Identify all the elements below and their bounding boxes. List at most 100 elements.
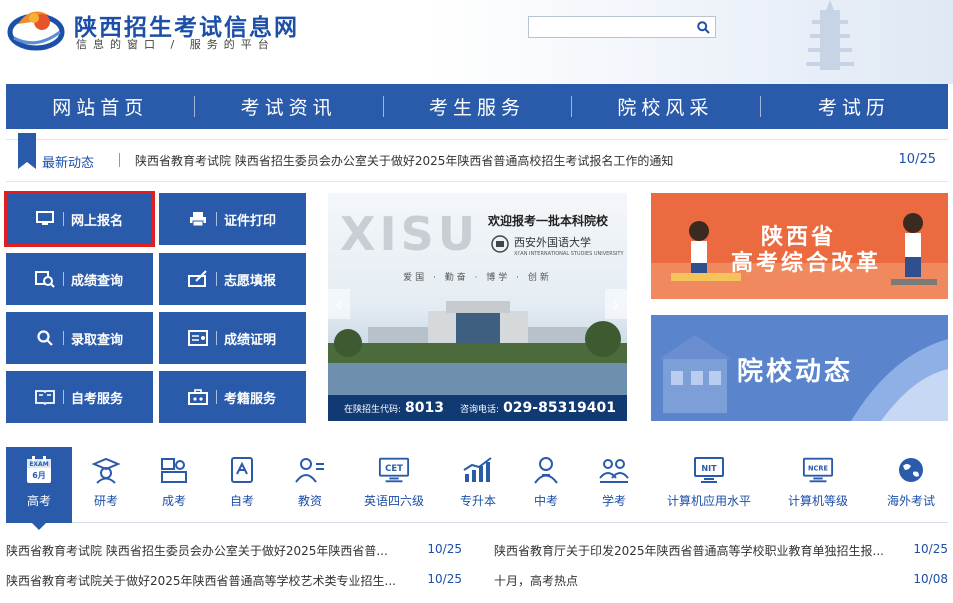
nav-item-student-services[interactable]: 考生服务	[382, 84, 571, 129]
news-date: 10/25	[913, 542, 948, 556]
service-admission-query-button[interactable]: 录取查询	[6, 312, 153, 364]
service-divider	[63, 272, 64, 286]
service-divider	[63, 331, 64, 345]
nav-item-colleges[interactable]: 院校风采	[571, 84, 759, 129]
cet-badge: CET	[385, 463, 403, 473]
service-label: 成绩查询	[71, 273, 124, 289]
tab-upgrade-to-bachelor[interactable]: 专升本	[448, 447, 508, 523]
ticker-headline-link[interactable]: 陕西省教育考试院 陕西省招生委员会办公室关于做好2025年陕西省普通高校招生考试…	[135, 152, 673, 169]
reform-banner[interactable]: 陕西省 高考综合改革	[651, 193, 948, 299]
news-ticker: 最新动态 陕西省教育考试院 陕西省招生委员会办公室关于做好2025年陕西省普通高…	[6, 133, 948, 182]
adult-learner-icon	[158, 455, 190, 485]
service-score-certificate-button[interactable]: 成绩证明	[159, 312, 306, 364]
news-item[interactable]: 十月，高考热点 10/08	[494, 572, 948, 590]
service-label: 考籍服务	[224, 391, 277, 407]
nav-item-home[interactable]: 网站首页	[6, 84, 194, 129]
tab-overseas-exam[interactable]: 海外考试	[878, 447, 944, 523]
briefcase-icon	[187, 387, 209, 407]
main-nav: 网站首页 考试资讯 考生服务 院校风采 考试历	[6, 84, 948, 129]
news-title: 十月，高考热点	[494, 574, 579, 588]
news-item[interactable]: 陕西省教育厅关于印发2025年陕西省普通高等学校职业教育单独招生报... 10/…	[494, 542, 948, 560]
service-score-query-button[interactable]: 成绩查询	[6, 253, 153, 305]
site-header: 陕西招生考试信息网 信息的窗口 / 服务的平台	[0, 0, 953, 84]
printer-icon	[187, 209, 209, 229]
service-label: 网上报名	[71, 213, 124, 229]
tab-teacher-qualification[interactable]: 教资	[282, 447, 338, 523]
tab-label: 成考	[161, 494, 186, 508]
ticker-date: 10/25	[898, 152, 936, 167]
globe-icon	[895, 455, 927, 485]
nit-monitor-icon: NIT	[693, 455, 725, 485]
site-slogan: 信息的窗口 / 服务的平台	[76, 38, 275, 51]
tab-graduate-exam[interactable]: 研考	[78, 447, 134, 523]
promo-slider[interactable]: XISU 欢迎报考一批本科院校 西安外国语大学 XI'AN INTERNATIO…	[328, 193, 627, 421]
nit-badge: NIT	[701, 464, 717, 473]
tab-label: 中考	[533, 494, 558, 508]
exam-calendar-icon: EXAM 6月	[23, 455, 55, 485]
college-news-banner-text: 院校动态	[737, 357, 854, 387]
university-emblem-icon	[491, 235, 509, 253]
document-edit-icon	[226, 455, 258, 485]
graduate-cap-icon	[90, 455, 122, 485]
news-item[interactable]: 陕西省教育考试院关于做好2025年陕西省普通高等学校艺术类专业招生... 10/…	[6, 572, 462, 590]
service-self-exam-button[interactable]: 自考服务	[6, 371, 153, 423]
tab-label: 学考	[601, 494, 626, 508]
service-divider	[216, 272, 217, 286]
service-label: 证件打印	[224, 213, 277, 229]
pen-form-icon	[187, 269, 209, 289]
news-title: 陕西省教育考试院 陕西省招生委员会办公室关于做好2025年陕西省普...	[6, 544, 388, 558]
student-icon	[530, 455, 562, 485]
news-item[interactable]: 陕西省教育考试院 陕西省招生委员会办公室关于做好2025年陕西省普... 10/…	[6, 542, 462, 560]
book-icon	[34, 387, 56, 407]
tab-nit[interactable]: NIT 计算机应用水平	[658, 447, 760, 523]
tab-self-study-exam[interactable]: 自考	[214, 447, 270, 523]
search-button[interactable]	[693, 18, 713, 36]
slider-headline: 欢迎报考一批本科院校	[488, 214, 609, 228]
service-divider	[63, 212, 64, 226]
certificate-icon	[187, 328, 209, 348]
service-student-record-button[interactable]: 考籍服务	[159, 371, 306, 423]
exam-badge-bottom: 6月	[32, 471, 46, 480]
service-label: 录取查询	[71, 332, 124, 348]
service-label: 自考服务	[71, 391, 124, 407]
tab-adult-exam[interactable]: 成考	[146, 447, 202, 523]
service-label: 成绩证明	[224, 332, 277, 348]
nav-item-exam-news[interactable]: 考试资讯	[194, 84, 382, 129]
students-group-icon	[598, 455, 630, 485]
exam-badge-top: EXAM	[29, 461, 48, 468]
service-certificate-print-button[interactable]: 证件打印	[159, 193, 306, 245]
bookmark-flag-icon	[18, 133, 36, 169]
search-icon	[696, 20, 710, 34]
ticker-divider	[119, 153, 120, 167]
growth-chart-icon	[462, 455, 494, 485]
tab-academic-proficiency[interactable]: 学考	[586, 447, 642, 523]
nav-item-exam-calendar[interactable]: 考试历	[759, 84, 948, 129]
teacher-icon	[294, 455, 326, 485]
news-title: 陕西省教育厅关于印发2025年陕西省普通高等学校职业教育单独招生报...	[494, 544, 884, 558]
cet-monitor-icon: CET	[378, 455, 410, 485]
tab-gaokao[interactable]: EXAM 6月 高考	[6, 447, 72, 530]
monitor-icon	[34, 209, 56, 229]
reform-banner-line2: 高考综合改革	[731, 251, 882, 276]
slider-watermark: XISU	[340, 207, 480, 261]
ncre-monitor-icon: NCRE	[802, 455, 834, 485]
tab-zhongkao[interactable]: 中考	[518, 447, 574, 523]
service-online-registration-button[interactable]: 网上报名	[4, 191, 155, 247]
tab-ncre[interactable]: NCRE 计算机等级	[778, 447, 858, 523]
slider-prev-button[interactable]: ‹	[328, 289, 350, 319]
site-logo-icon[interactable]	[6, 2, 68, 52]
tab-cet[interactable]: CET 英语四六级	[356, 447, 432, 523]
slider-school-name: 西安外国语大学	[514, 236, 591, 249]
tab-label: 计算机等级	[787, 494, 848, 508]
college-news-banner[interactable]: 院校动态	[651, 315, 948, 421]
pagoda-decoration-icon	[806, 0, 854, 70]
ticker-label: 最新动态	[42, 156, 95, 171]
service-volunteer-fill-button[interactable]: 志愿填报	[159, 253, 306, 305]
search-input[interactable]	[529, 17, 693, 37]
tab-label: 教资	[297, 494, 322, 508]
service-divider	[216, 331, 217, 345]
tab-label: 专升本	[459, 494, 496, 508]
magnifier-icon	[34, 328, 56, 348]
slider-school-name-en: XI'AN INTERNATIONAL STUDIES UNIVERSITY	[514, 251, 624, 257]
slider-next-button[interactable]: ›	[605, 289, 627, 319]
